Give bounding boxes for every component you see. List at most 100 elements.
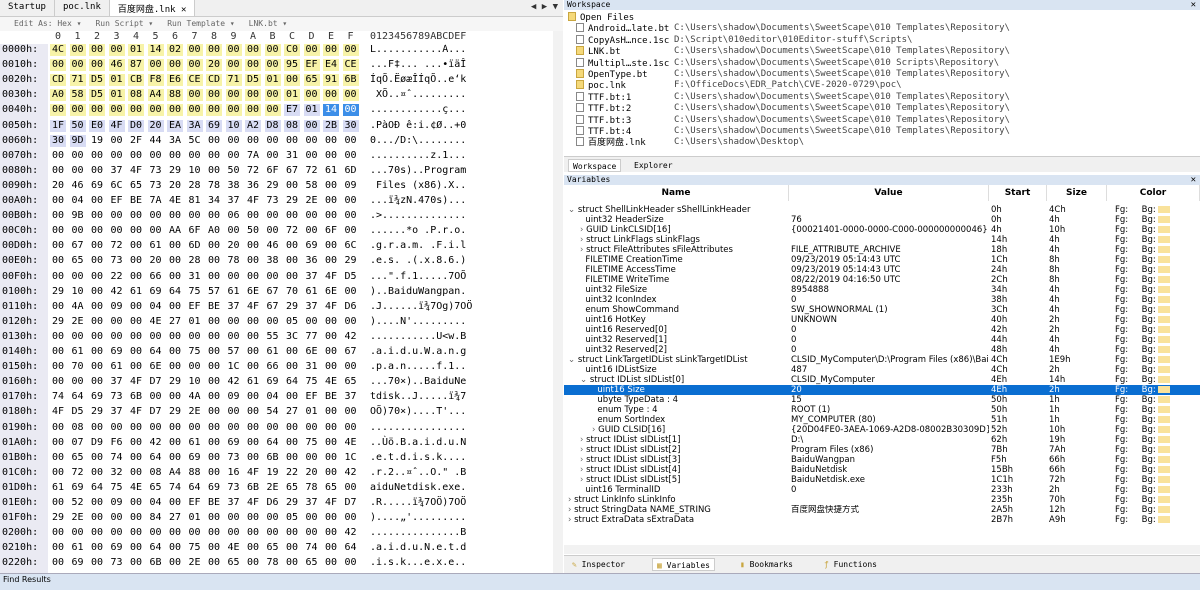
hex-byte[interactable]: 29: [89, 406, 105, 418]
tab-2[interactable]: 百度网盘.lnk ✕: [109, 0, 196, 16]
hex-byte[interactable]: 61: [128, 286, 144, 298]
hex-byte[interactable]: 00: [284, 452, 300, 464]
hex-byte[interactable]: 4F: [323, 301, 339, 313]
tab-nav-arrows[interactable]: ◀ ▶ ▼: [531, 2, 558, 12]
hex-byte[interactable]: D0: [128, 119, 144, 132]
hex-byte[interactable]: 58: [304, 180, 320, 192]
bg-color-swatch[interactable]: [1157, 266, 1170, 273]
variable-row[interactable]: › struct IDList sIDList[1] D:\ 62h 19h Fg: B…: [564, 435, 1200, 445]
variables-col-value[interactable]: Value: [789, 185, 989, 201]
hex-byte[interactable]: 00: [323, 437, 339, 449]
hex-byte[interactable]: 61: [70, 346, 86, 358]
hex-byte[interactable]: 3A: [186, 119, 203, 132]
hex-byte[interactable]: D5: [70, 406, 86, 418]
hex-byte[interactable]: D8: [264, 119, 281, 132]
hex-byte[interactable]: 10: [187, 376, 203, 388]
hex-byte[interactable]: 00: [264, 89, 281, 102]
hex-byte[interactable]: 64: [148, 542, 164, 554]
hex-byte[interactable]: 00: [323, 512, 339, 524]
hex-byte[interactable]: 9D: [69, 134, 86, 147]
hex-byte[interactable]: 00: [109, 135, 125, 147]
workspace-item[interactable]: 百度网盘.lnk C:\Users\shadow\Desktop\: [576, 137, 804, 148]
bg-color-swatch[interactable]: [1157, 376, 1170, 383]
hex-byte[interactable]: 00: [128, 331, 144, 343]
workspace-item[interactable]: TTF.bt:1 C:\Users\shadow\Documents\SweetS…: [576, 91, 1010, 103]
hex-byte[interactable]: 6B: [265, 452, 281, 464]
hex-byte[interactable]: 4F: [128, 165, 144, 177]
hex-byte[interactable]: 04: [148, 497, 164, 509]
hex-byte[interactable]: 73: [148, 165, 164, 177]
hex-byte[interactable]: 2E: [187, 406, 203, 418]
hex-byte[interactable]: 00: [89, 527, 105, 539]
hex-byte[interactable]: 00: [128, 527, 144, 539]
hex-byte[interactable]: 00: [284, 135, 300, 147]
hex-byte[interactable]: 00: [148, 210, 164, 222]
hex-byte[interactable]: 34: [206, 195, 222, 207]
hex-byte[interactable]: 6B: [245, 482, 261, 494]
hex-byte[interactable]: 73: [109, 255, 125, 267]
workspace-item[interactable]: poc.lnk F:\OfficeDocs\EDR_Patch\CVE-2020-…: [576, 80, 902, 91]
hex-byte[interactable]: 00: [245, 210, 261, 222]
workspace-tab-explorer[interactable]: Explorer: [630, 159, 677, 172]
hex-byte[interactable]: 00: [323, 44, 339, 56]
hex-byte[interactable]: 00: [50, 422, 66, 434]
hex-byte[interactable]: 00: [206, 542, 222, 554]
hex-byte[interactable]: 05: [284, 316, 300, 328]
chevron-down-icon[interactable]: ⌄: [568, 205, 578, 215]
hex-byte[interactable]: 00: [226, 316, 242, 328]
hex-byte[interactable]: 57: [226, 346, 242, 358]
hex-byte[interactable]: 29: [50, 316, 66, 328]
hex-byte[interactable]: 66: [148, 271, 164, 283]
hex-byte[interactable]: 00: [245, 59, 261, 72]
hex-byte[interactable]: 00: [69, 59, 86, 72]
variable-row[interactable]: uint32 HeaderSize 76 0h 4h Fg: Bg:: [564, 215, 1200, 225]
hex-byte[interactable]: 09: [109, 301, 125, 313]
hex-byte[interactable]: 00: [284, 391, 300, 403]
hex-byte[interactable]: 00: [89, 150, 105, 162]
hex-byte[interactable]: 27: [284, 406, 300, 418]
hex-byte[interactable]: 00: [109, 150, 125, 162]
hex-byte[interactable]: D6: [265, 497, 281, 509]
hex-byte[interactable]: 5C: [187, 135, 203, 147]
hex-byte[interactable]: BE: [206, 301, 222, 313]
hex-byte[interactable]: 00: [303, 44, 320, 56]
hex-byte[interactable]: 6E: [304, 346, 320, 358]
hex-byte[interactable]: 4F: [323, 497, 339, 509]
hex-byte[interactable]: 00: [50, 104, 66, 117]
hex-byte[interactable]: 00: [245, 316, 261, 328]
variable-row[interactable]: uint32 IconIndex 0 38h 4h Fg: Bg:: [564, 295, 1200, 305]
hex-byte[interactable]: 00: [89, 44, 105, 56]
hex-byte[interactable]: 01: [108, 89, 125, 102]
hex-byte[interactable]: 00: [284, 361, 300, 373]
hex-byte[interactable]: 00: [284, 346, 300, 358]
tab-functions[interactable]: ƒ Functions: [820, 558, 881, 571]
hex-byte[interactable]: 00: [128, 452, 144, 464]
hex-byte[interactable]: 65: [70, 452, 86, 464]
hex-byte[interactable]: 64: [284, 376, 300, 388]
hex-byte[interactable]: 01: [108, 74, 125, 87]
hex-byte[interactable]: 4F: [323, 271, 339, 283]
hex-byte[interactable]: 69: [206, 482, 222, 494]
hex-byte[interactable]: A0: [50, 89, 66, 102]
hex-byte[interactable]: 00: [206, 89, 222, 102]
hex-byte[interactable]: 00: [343, 482, 359, 494]
hex-byte[interactable]: A0: [206, 225, 222, 237]
hex-byte[interactable]: 00: [89, 512, 105, 524]
hex-byte[interactable]: 75: [304, 376, 320, 388]
hex-byte[interactable]: 00: [206, 44, 222, 56]
hex-byte[interactable]: 00: [128, 346, 144, 358]
hex-byte[interactable]: 00: [323, 346, 339, 358]
hex-byte[interactable]: 00: [226, 422, 242, 434]
hex-byte[interactable]: 00: [323, 150, 339, 162]
hex-byte[interactable]: 00: [323, 180, 339, 192]
hex-byte[interactable]: D7: [343, 497, 359, 509]
hex-byte[interactable]: 00: [50, 437, 66, 449]
hex-byte[interactable]: 37: [226, 497, 242, 509]
hex-byte[interactable]: 46: [70, 180, 86, 192]
hex-byte[interactable]: 10: [225, 119, 242, 132]
hex-byte[interactable]: 20: [167, 180, 183, 192]
hex-byte[interactable]: 00: [323, 452, 339, 464]
hex-byte[interactable]: 00: [284, 240, 300, 252]
hex-byte[interactable]: 95: [284, 59, 300, 72]
hex-byte[interactable]: 04: [70, 195, 86, 207]
